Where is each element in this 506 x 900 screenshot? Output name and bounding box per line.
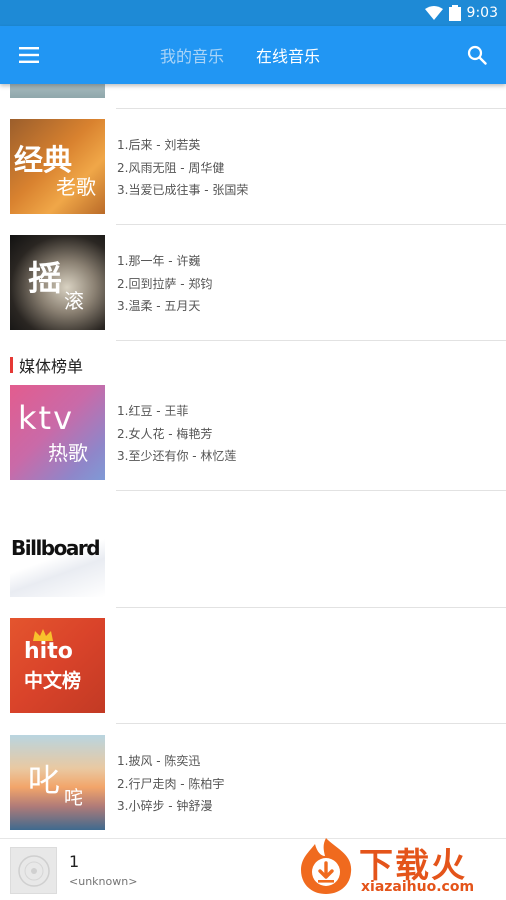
watermark-logo: 下载火 xiazaihuo.com xyxy=(295,836,500,898)
divider xyxy=(116,224,506,225)
song-item: 3.当爱已成往事 - 张国荣 xyxy=(117,183,249,197)
billboard-logo: Billboard xyxy=(11,536,101,560)
menu-button[interactable] xyxy=(12,39,46,71)
song-item: 2.行尸走肉 - 陈柏宇 xyxy=(117,776,225,791)
chart-cover: 经典 老歌 xyxy=(10,119,105,214)
chart-row-classic[interactable]: 经典 老歌 1.后来 - 刘若英 2.风雨无阻 - 周华健 3.当爱已成往事 -… xyxy=(0,119,506,215)
song-item: 1.后来 - 刘若英 xyxy=(117,138,201,152)
song-item: 2.回到拉萨 - 郑钧 xyxy=(117,276,213,291)
chart-cover: 摇 滚 xyxy=(10,235,105,330)
chart-row-commercial[interactable]: 叱 咤 1.披风 - 陈奕迅 2.行尸走肉 - 陈柏宇 3.小碎步 - 钟舒漫 xyxy=(0,735,506,831)
watermark-domain: xiazaihuo.com xyxy=(361,879,475,895)
section-header-media: 媒体榜单 xyxy=(0,343,506,383)
chart-row-hito[interactable]: hito 中文榜 xyxy=(0,618,506,714)
cover-title: 叱 xyxy=(28,761,61,799)
song-list: 1.披风 - 陈奕迅 2.行尸走肉 - 陈柏宇 3.小碎步 - 钟舒漫 xyxy=(117,750,224,818)
player-artist: <unknown> xyxy=(69,875,138,888)
search-icon xyxy=(467,45,487,65)
tab-online-music[interactable]: 在线音乐 xyxy=(256,43,320,67)
song-list: 1.后来 - 刘若英 2.风雨无阻 - 周华健 3.当爱已成往事 - 张国荣 xyxy=(117,134,248,202)
song-item: 3.温柔 - 五月天 xyxy=(117,299,201,313)
chart-cover: hito 中文榜 xyxy=(10,618,105,713)
divider xyxy=(116,108,506,109)
tab-my-music[interactable]: 我的音乐 xyxy=(160,43,224,67)
wifi-icon xyxy=(424,6,443,20)
chart-list[interactable]: 经典 老歌 1.后来 - 刘若英 2.风雨无阻 - 周华健 3.当爱已成往事 -… xyxy=(0,84,506,838)
song-list: 1.那一年 - 许巍 2.回到拉萨 - 郑钧 3.温柔 - 五月天 xyxy=(117,250,212,318)
search-button[interactable] xyxy=(460,39,494,71)
menu-icon xyxy=(19,47,39,63)
tab-bar: 我的音乐 在线音乐 xyxy=(160,26,320,84)
cover-subtitle: 滚 xyxy=(64,289,84,313)
player-album-art[interactable] xyxy=(10,847,57,894)
section-accent-bar xyxy=(10,357,13,373)
song-item: 1.披风 - 陈奕迅 xyxy=(117,754,201,768)
status-time: 9:03 xyxy=(466,5,498,21)
chart-row-ktv[interactable]: ktv 热歌 1.红豆 - 王菲 2.女人花 - 梅艳芳 3.至少还有你 - 林… xyxy=(0,385,506,481)
disc-icon xyxy=(17,854,50,887)
fire-logo-icon xyxy=(301,838,352,894)
divider xyxy=(116,490,506,491)
song-item: 3.小碎步 - 钟舒漫 xyxy=(117,799,213,813)
player-song-title: 1 xyxy=(69,852,80,871)
cover-subtitle: 咤 xyxy=(64,787,84,809)
divider xyxy=(116,723,506,724)
cover-subtitle: 热歌 xyxy=(48,441,88,465)
status-bar: 9:03 xyxy=(0,0,506,26)
cover-title: ktv xyxy=(18,399,75,437)
battery-icon xyxy=(448,5,461,21)
section-title: 媒体榜单 xyxy=(19,357,84,376)
cover-subtitle: 老歌 xyxy=(56,175,96,199)
chart-cover: Billboard xyxy=(10,502,105,597)
song-item: 1.红豆 - 王菲 xyxy=(117,404,189,418)
cover-subtitle: 中文榜 xyxy=(24,670,82,692)
chart-row-billboard[interactable]: Billboard xyxy=(0,502,506,598)
divider xyxy=(116,607,506,608)
song-item: 3.至少还有你 - 林忆莲 xyxy=(117,449,237,463)
song-item: 2.风雨无阻 - 周华健 xyxy=(117,160,225,175)
hito-logo: hito xyxy=(24,639,73,664)
status-icons: 9:03 xyxy=(424,3,498,23)
song-list: 1.红豆 - 王菲 2.女人花 - 梅艳芳 3.至少还有你 - 林忆莲 xyxy=(117,400,236,468)
divider xyxy=(116,340,506,341)
song-item: 2.女人花 - 梅艳芳 xyxy=(117,426,213,441)
cover-title: 摇 xyxy=(28,259,62,299)
chart-cover: ktv 热歌 xyxy=(10,385,105,480)
app-bar: 我的音乐 在线音乐 xyxy=(0,26,506,84)
song-item: 1.那一年 - 许巍 xyxy=(117,254,201,268)
chart-cover: 叱 咤 xyxy=(10,735,105,830)
chart-cover-partial[interactable] xyxy=(10,84,105,98)
chart-row-rock[interactable]: 摇 滚 1.那一年 - 许巍 2.回到拉萨 - 郑钧 3.温柔 - 五月天 xyxy=(0,235,506,331)
